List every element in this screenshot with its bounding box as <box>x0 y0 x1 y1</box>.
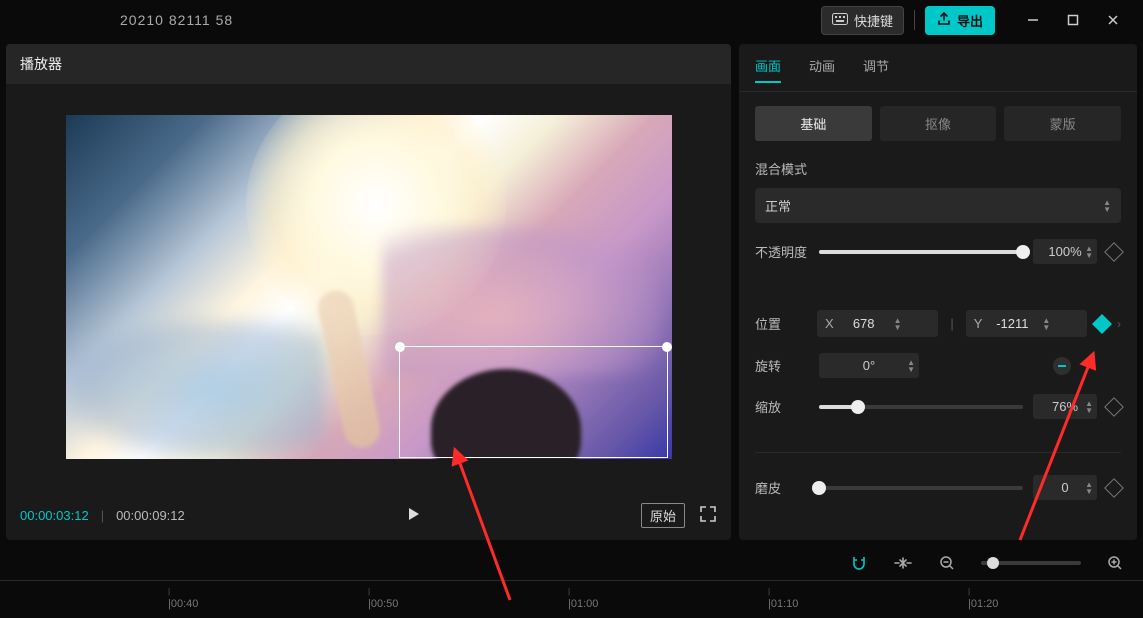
opacity-label: 不透明度 <box>755 242 809 261</box>
play-button[interactable] <box>404 505 422 526</box>
position-x-input[interactable]: X 678 ▲▼ <box>817 310 938 337</box>
export-label: 导出 <box>957 11 983 30</box>
smooth-value[interactable]: 0 ▲▼ <box>1033 475 1097 500</box>
stepper-icon[interactable]: ▲▼ <box>1042 317 1050 331</box>
ruler-tick: |00:40 <box>168 587 198 610</box>
link-icon[interactable] <box>893 553 913 573</box>
opacity-keyframe[interactable] <box>1104 242 1124 262</box>
scale-slider[interactable] <box>819 405 1023 409</box>
player-header: 播放器 <box>6 44 731 84</box>
blend-mode-select[interactable]: 正常 ▲▼ <box>755 188 1121 223</box>
properties-panel: 画面 动画 调节 基础 抠像 蒙版 混合模式 正常 ▲▼ 不透明度 <box>739 44 1137 540</box>
aspect-ratio-chip[interactable]: 原始 <box>641 503 685 528</box>
player-panel: 播放器 00:00:03:12 | 00:00:09:12 <box>6 44 731 540</box>
blend-mode-value: 正常 <box>765 196 791 215</box>
fullscreen-button[interactable] <box>699 505 717 526</box>
zoom-out-icon[interactable] <box>937 553 957 573</box>
selection-box[interactable] <box>399 346 668 458</box>
keyboard-icon <box>832 13 848 28</box>
selection-handle-tr[interactable] <box>662 342 672 352</box>
shortcuts-label: 快捷键 <box>854 11 893 30</box>
position-label: 位置 <box>755 314 809 333</box>
subtab-basic[interactable]: 基础 <box>755 106 872 141</box>
zoom-in-icon[interactable] <box>1105 553 1125 573</box>
stepper-icon[interactable]: ▲▼ <box>894 317 902 331</box>
scale-value[interactable]: 76% ▲▼ <box>1033 394 1097 419</box>
timeline-ruler[interactable]: |00:40 |00:50 |01:00 |01:10 |01:20 <box>0 580 1143 616</box>
maximize-button[interactable] <box>1053 5 1093 35</box>
position-y-input[interactable]: Y -1211 ▲▼ <box>966 310 1087 337</box>
close-button[interactable] <box>1093 5 1133 35</box>
export-icon <box>937 12 951 29</box>
opacity-slider[interactable] <box>819 250 1023 254</box>
rotate-value-input[interactable]: 0° ▲▼ <box>819 353 919 378</box>
selection-handle-tl[interactable] <box>395 342 405 352</box>
minimize-button[interactable] <box>1013 5 1053 35</box>
smooth-keyframe[interactable] <box>1104 478 1124 498</box>
y-label: Y <box>974 316 983 331</box>
subtab-mask[interactable]: 蒙版 <box>1004 106 1121 141</box>
x-value: 678 <box>844 316 884 331</box>
stepper-icon[interactable]: ▲▼ <box>907 359 915 373</box>
ruler-tick: |01:20 <box>968 587 998 610</box>
scale-label: 缩放 <box>755 397 809 416</box>
position-keyframe[interactable] <box>1092 314 1112 334</box>
x-label: X <box>825 316 834 331</box>
duration-timecode: 00:00:09:12 <box>116 508 185 523</box>
stepper-icon[interactable]: ▲▼ <box>1085 245 1093 259</box>
tab-picture[interactable]: 画面 <box>755 56 781 83</box>
rotate-label: 旋转 <box>755 356 809 375</box>
magnet-icon[interactable] <box>849 553 869 573</box>
video-preview[interactable] <box>66 115 672 459</box>
ruler-tick: |00:50 <box>368 587 398 610</box>
tab-animation[interactable]: 动画 <box>809 56 835 83</box>
shortcuts-button[interactable]: 快捷键 <box>821 6 904 35</box>
stepper-icon[interactable]: ▲▼ <box>1085 481 1093 495</box>
rotate-reset-button[interactable] <box>1053 357 1071 375</box>
ruler-tick: |01:00 <box>568 587 598 610</box>
blend-mode-label: 混合模式 <box>755 159 1121 178</box>
export-button[interactable]: 导出 <box>925 6 995 35</box>
opacity-value[interactable]: 100% ▲▼ <box>1033 239 1097 264</box>
stepper-icon[interactable]: ▲▼ <box>1085 400 1093 414</box>
zoom-slider[interactable] <box>981 561 1081 565</box>
ruler-tick: |01:10 <box>768 587 798 610</box>
y-value: -1211 <box>992 316 1032 331</box>
project-title: 20210 82111 58 <box>120 12 233 28</box>
stepper-icon[interactable]: ▲▼ <box>1103 199 1111 213</box>
timecode-separator: | <box>101 508 104 523</box>
smooth-label: 磨皮 <box>755 478 809 497</box>
subtab-cutout[interactable]: 抠像 <box>880 106 997 141</box>
tab-adjust[interactable]: 调节 <box>863 56 889 83</box>
current-timecode: 00:00:03:12 <box>20 508 89 523</box>
scale-keyframe[interactable] <box>1104 397 1124 417</box>
keyframe-next-icon[interactable]: › <box>1117 317 1121 331</box>
smooth-slider[interactable] <box>819 486 1023 490</box>
xy-separator: | <box>946 316 957 331</box>
